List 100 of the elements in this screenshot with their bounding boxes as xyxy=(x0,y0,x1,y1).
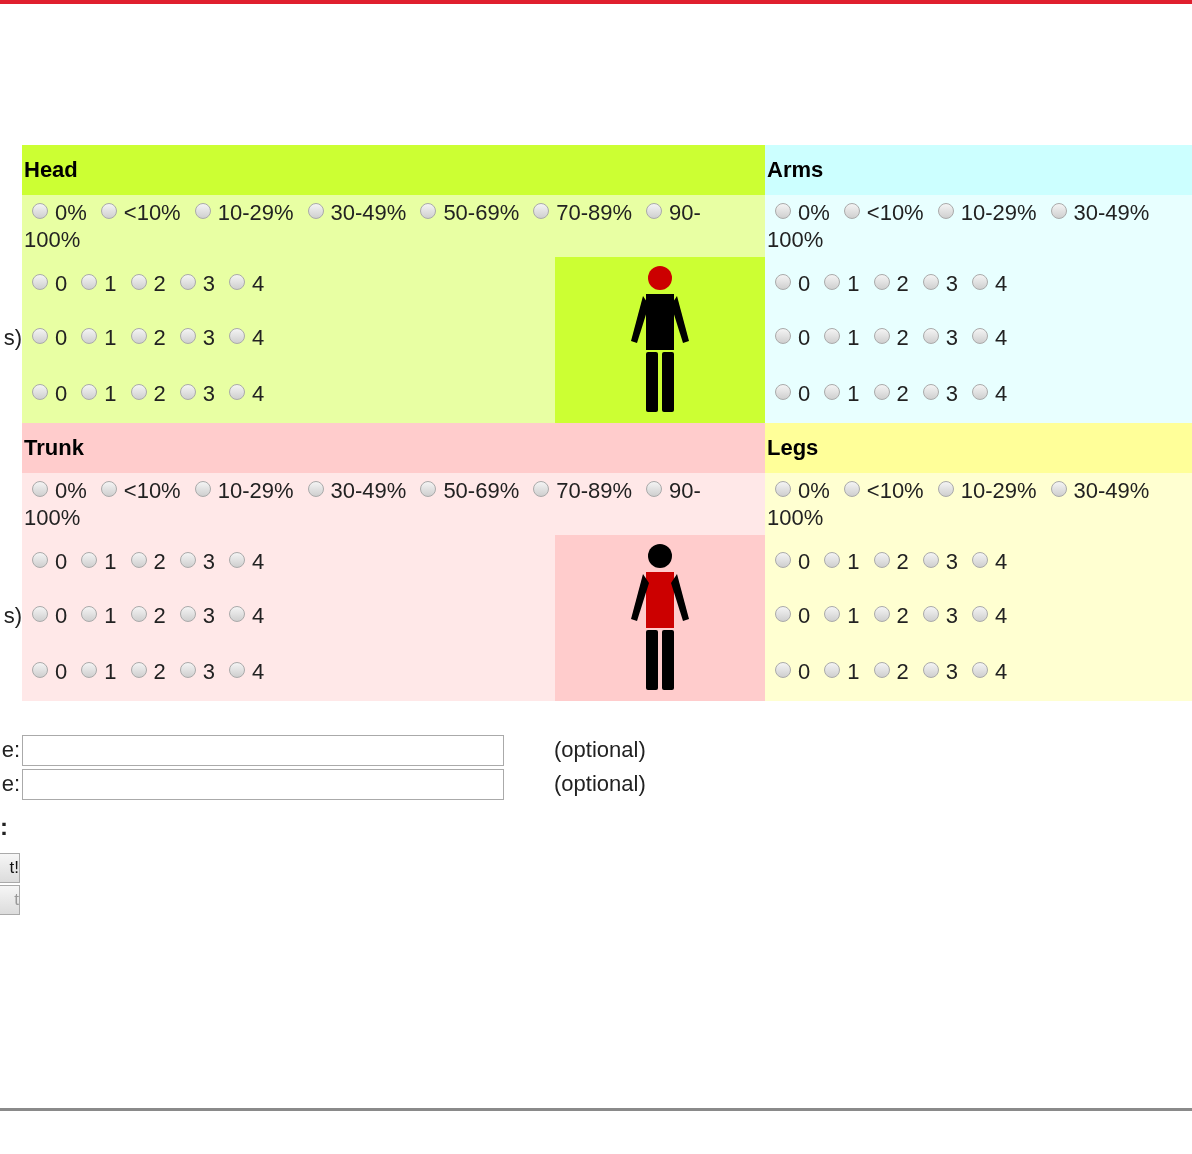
radio-button[interactable] xyxy=(179,327,196,344)
radio-button[interactable] xyxy=(307,203,324,219)
radio-button[interactable] xyxy=(130,273,147,290)
radio-button[interactable] xyxy=(873,662,890,678)
radio-button[interactable] xyxy=(775,605,791,622)
radio-button[interactable] xyxy=(179,605,196,622)
option-label: 2 xyxy=(153,548,166,574)
radio-button[interactable] xyxy=(972,605,988,622)
radio-button[interactable] xyxy=(32,273,48,290)
radio-button[interactable] xyxy=(775,273,791,290)
radio-button[interactable] xyxy=(32,551,48,568)
field-label: e: xyxy=(0,771,21,797)
radio-button[interactable] xyxy=(229,551,245,568)
radio-button[interactable] xyxy=(873,273,890,290)
radio-button[interactable] xyxy=(972,662,988,678)
radio-button[interactable] xyxy=(100,203,117,219)
radio-button[interactable] xyxy=(179,551,196,568)
radio-button[interactable] xyxy=(32,327,48,344)
radio-button[interactable] xyxy=(937,203,954,219)
option-label: 30-49% xyxy=(1073,200,1150,225)
radio-button[interactable] xyxy=(194,203,211,219)
radio-button[interactable] xyxy=(824,273,841,290)
radio-button[interactable] xyxy=(972,384,988,400)
radio-button[interactable] xyxy=(775,481,791,497)
option-label: 2 xyxy=(153,602,166,628)
option-label: 10-29% xyxy=(217,478,294,503)
radio-button[interactable] xyxy=(922,384,939,400)
radio-button[interactable] xyxy=(972,327,988,344)
radio-button[interactable] xyxy=(81,551,98,568)
radio-button[interactable] xyxy=(130,384,147,400)
radio-button[interactable] xyxy=(229,273,245,290)
radio-button[interactable] xyxy=(922,327,939,344)
radio-button[interactable] xyxy=(873,605,890,622)
radio-button[interactable] xyxy=(32,481,48,497)
radio-button[interactable] xyxy=(775,662,791,678)
radio-button[interactable] xyxy=(229,662,245,678)
radio-button[interactable] xyxy=(194,481,211,497)
radio-button[interactable] xyxy=(130,327,147,344)
radio-button[interactable] xyxy=(873,327,890,344)
radio-button[interactable] xyxy=(100,481,117,497)
option-label: 4 xyxy=(995,602,1008,628)
radio-button[interactable] xyxy=(420,203,437,219)
radio-button[interactable] xyxy=(533,203,550,219)
radio-button[interactable] xyxy=(922,273,939,290)
radio-button[interactable] xyxy=(922,662,939,678)
radio-button[interactable] xyxy=(922,551,939,568)
option-label: 0% xyxy=(798,200,830,225)
radio-button[interactable] xyxy=(179,384,196,400)
radio-button[interactable] xyxy=(646,481,663,497)
radio-button[interactable] xyxy=(32,605,48,622)
option-label: 0 xyxy=(55,270,68,296)
radio-button[interactable] xyxy=(824,384,841,400)
radio-button[interactable] xyxy=(81,327,98,344)
radio-button[interactable] xyxy=(229,605,245,622)
radio-button[interactable] xyxy=(32,384,48,400)
radio-button[interactable] xyxy=(873,384,890,400)
radio-button[interactable] xyxy=(179,273,196,290)
radio-button[interactable] xyxy=(646,203,663,219)
radio-button[interactable] xyxy=(873,551,890,568)
radio-button[interactable] xyxy=(1050,203,1067,219)
option-label: 2 xyxy=(153,381,166,406)
option-label: 3 xyxy=(202,659,215,684)
radio-button[interactable] xyxy=(130,551,147,568)
radio-button[interactable] xyxy=(1050,481,1067,497)
radio-button[interactable] xyxy=(775,327,791,344)
radio-button[interactable] xyxy=(307,481,324,497)
radio-button[interactable] xyxy=(843,481,860,497)
input-field[interactable] xyxy=(22,734,504,766)
radio-button[interactable] xyxy=(972,551,988,568)
option-label: 3 xyxy=(945,548,958,574)
option-label: 1 xyxy=(104,324,117,350)
radio-button[interactable] xyxy=(824,551,841,568)
radio-button[interactable] xyxy=(81,384,98,400)
option-label: 0% xyxy=(798,478,830,503)
radio-button[interactable] xyxy=(775,384,791,400)
radio-button[interactable] xyxy=(775,203,791,219)
radio-button[interactable] xyxy=(972,273,988,290)
option-label: 3 xyxy=(945,659,958,684)
radio-button[interactable] xyxy=(824,605,841,622)
radio-button[interactable] xyxy=(81,662,98,678)
radio-button[interactable] xyxy=(32,203,48,219)
radio-button[interactable] xyxy=(775,551,791,568)
radio-button[interactable] xyxy=(229,327,245,344)
radio-button[interactable] xyxy=(179,662,196,678)
radio-button[interactable] xyxy=(32,662,48,678)
radio-button[interactable] xyxy=(922,605,939,622)
radio-button[interactable] xyxy=(130,662,147,678)
radio-button[interactable] xyxy=(937,481,954,497)
radio-button[interactable] xyxy=(81,273,98,290)
radio-button[interactable] xyxy=(824,327,841,344)
form-button[interactable]: t! xyxy=(0,853,20,883)
radio-button[interactable] xyxy=(824,662,841,678)
option-label: 100% xyxy=(24,505,81,530)
radio-button[interactable] xyxy=(229,384,245,400)
input-field[interactable] xyxy=(22,768,504,800)
radio-button[interactable] xyxy=(81,605,98,622)
radio-button[interactable] xyxy=(533,481,550,497)
radio-button[interactable] xyxy=(420,481,437,497)
radio-button[interactable] xyxy=(843,203,860,219)
radio-button[interactable] xyxy=(130,605,147,622)
